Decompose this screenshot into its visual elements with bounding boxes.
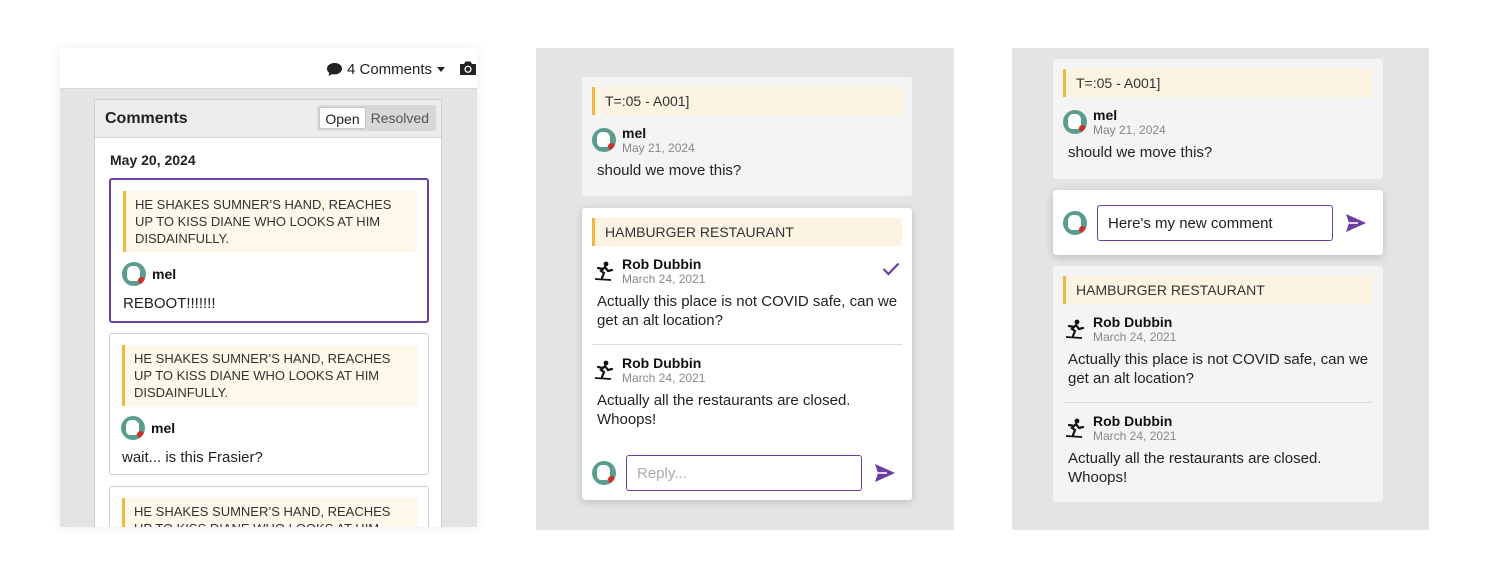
comment-text: should we move this? — [597, 162, 742, 179]
divider — [1063, 402, 1373, 403]
comment-date: March 24, 2021 — [1093, 429, 1177, 443]
new-comment-row — [1063, 205, 1367, 241]
author-name: Rob Dubbin — [1093, 413, 1173, 429]
comment-author: mel May 21, 2024 — [1063, 107, 1383, 137]
avatar-mel — [1063, 110, 1087, 134]
author-name: mel — [151, 420, 176, 436]
script-quote: HAMBURGER RESTAURANT — [1063, 276, 1373, 304]
comment-text: Actually this place is not COVID safe, c… — [1068, 351, 1369, 387]
filter-resolved-button[interactable]: Resolved — [366, 107, 434, 129]
comment-date: May 21, 2024 — [622, 141, 695, 155]
comment-card[interactable]: HE SHAKES SUMNER’S HAND, REACHES UP TO K… — [109, 486, 429, 527]
author-name: mel — [622, 125, 647, 141]
comment-author: Rob Dubbin March 24, 2021 — [1063, 413, 1383, 443]
divider — [592, 344, 902, 345]
avatar-mel — [1063, 211, 1087, 235]
comment-author: mel — [121, 416, 428, 440]
avatar-mel — [592, 461, 616, 485]
avatar-mel — [592, 128, 616, 152]
avatar-rob-skater — [1065, 319, 1085, 339]
comments-sidebar-panel: 4 Comments Comments Open Resolved May 20… — [60, 48, 477, 527]
comments-dropdown-button[interactable]: 4 Comments — [326, 60, 446, 78]
author-name: mel — [1093, 107, 1118, 123]
new-comment-panel: T=:05 - A001] mel May 21, 2024 should we… — [1012, 48, 1429, 530]
comment-author: Rob Dubbin March 24, 2021 — [592, 355, 912, 385]
comment-author: Rob Dubbin March 24, 2021 — [1063, 314, 1383, 344]
author-name: Rob Dubbin — [1093, 314, 1173, 330]
avatar-mel — [121, 416, 145, 440]
comment-author: Rob Dubbin March 24, 2021 — [592, 256, 912, 286]
avatar-mel — [122, 262, 146, 286]
avatar-rob-skater — [594, 360, 614, 380]
comment-date: March 24, 2021 — [622, 272, 706, 286]
new-comment-input[interactable] — [1097, 205, 1333, 241]
comments-count-label: 4 Comments — [347, 60, 433, 78]
send-icon[interactable] — [874, 463, 896, 483]
comment-text: should we move this? — [1068, 144, 1213, 161]
comment-thread[interactable]: T=:05 - A001] mel May 21, 2024 should we… — [582, 77, 912, 196]
avatar-rob-skater — [1065, 418, 1085, 438]
comment-card-selected[interactable]: HE SHAKES SUMNER’S HAND, REACHES UP TO K… — [109, 178, 429, 323]
camera-icon[interactable] — [459, 60, 477, 76]
script-quote: T=:05 - A001] — [1063, 69, 1373, 97]
comment-thread[interactable]: HAMBURGER RESTAURANT Rob Dubbin March 24… — [1053, 266, 1383, 502]
date-heading: May 20, 2024 — [110, 152, 196, 168]
open-resolved-toggle: Open Resolved — [317, 105, 436, 131]
comment-thread[interactable]: T=:05 - A001] mel May 21, 2024 should we… — [1053, 59, 1383, 179]
comment-text: wait... is this Frasier? — [122, 449, 263, 466]
comment-card[interactable]: HE SHAKES SUMNER’S HAND, REACHES UP TO K… — [109, 333, 429, 475]
script-quote: HE SHAKES SUMNER’S HAND, REACHES UP TO K… — [122, 498, 418, 527]
reply-row — [592, 455, 896, 491]
comment-date: March 24, 2021 — [1093, 330, 1177, 344]
script-quote: HE SHAKES SUMNER’S HAND, REACHES UP TO K… — [122, 345, 418, 406]
author-name: mel — [152, 266, 177, 282]
comment-date: May 21, 2024 — [1093, 123, 1166, 137]
comment-author: mel — [122, 262, 427, 286]
comment-text: Actually all the restaurants are closed.… — [597, 392, 851, 428]
avatar-rob-skater — [594, 261, 614, 281]
comment-text: Actually this place is not COVID safe, c… — [597, 293, 898, 329]
comment-bubble-icon — [327, 62, 342, 76]
comment-text: REBOOT!!!!!!! — [123, 295, 216, 312]
new-comment-box — [1053, 190, 1383, 255]
comment-text: Actually all the restaurants are closed.… — [1068, 450, 1322, 486]
checkmark-icon[interactable] — [882, 262, 900, 276]
reply-input[interactable] — [626, 455, 862, 491]
comment-thread-active[interactable]: HAMBURGER RESTAURANT Rob Dubbin March 24… — [582, 208, 912, 500]
script-quote: HE SHAKES SUMNER’S HAND, REACHES UP TO K… — [123, 191, 417, 252]
send-icon[interactable] — [1345, 213, 1367, 233]
script-quote: HAMBURGER RESTAURANT — [592, 218, 902, 246]
comments-box-header: Comments Open Resolved — [95, 100, 441, 138]
filter-open-button[interactable]: Open — [319, 107, 366, 129]
comment-date: March 24, 2021 — [622, 371, 706, 385]
top-toolbar: 4 Comments — [60, 48, 477, 89]
thread-reply-panel: T=:05 - A001] mel May 21, 2024 should we… — [536, 48, 954, 530]
comments-title: Comments — [105, 110, 188, 127]
comments-box: Comments Open Resolved May 20, 2024 HE S… — [94, 99, 442, 527]
author-name: Rob Dubbin — [622, 256, 702, 272]
script-quote: T=:05 - A001] — [592, 87, 902, 115]
author-name: Rob Dubbin — [622, 355, 702, 371]
caret-down-icon — [437, 66, 446, 72]
comment-author: mel May 21, 2024 — [592, 125, 912, 155]
